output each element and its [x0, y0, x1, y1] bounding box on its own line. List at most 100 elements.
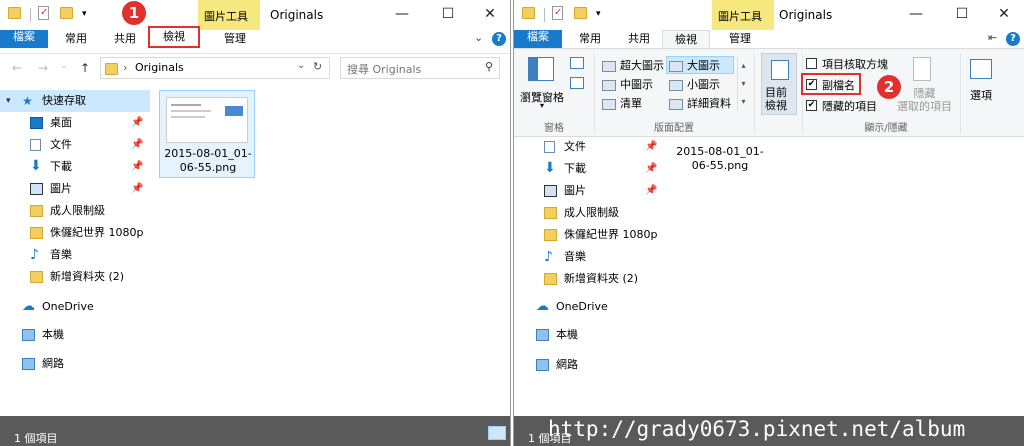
- folder-icon: [544, 229, 557, 241]
- view-toggle-icon[interactable]: [488, 426, 506, 440]
- nav-this-pc[interactable]: 本機: [0, 324, 150, 346]
- help-icon[interactable]: ?: [492, 31, 506, 46]
- tab-home[interactable]: 常用: [569, 30, 611, 48]
- back-icon[interactable]: ←: [12, 61, 22, 75]
- nav-item-folder[interactable]: 侏儸紀世界 1080p: [514, 224, 664, 246]
- breadcrumb-item[interactable]: Originals: [135, 61, 184, 74]
- nav-item-pictures[interactable]: 圖片 📌: [514, 180, 664, 202]
- hidden-items-checkbox[interactable]: ✔: [806, 100, 817, 111]
- cloud-icon: ☁: [22, 299, 35, 314]
- highlight-box: [801, 73, 861, 95]
- nav-item-music[interactable]: ♪ 音樂: [514, 246, 664, 268]
- explorer-window-left: ✓ ▾ 圖片工具 Originals — ☐ ✕ 檔案 常用 共用 檢視 管理 …: [0, 0, 511, 446]
- new-folder-icon[interactable]: [574, 6, 590, 22]
- tab-share[interactable]: 共用: [618, 30, 660, 48]
- nav-item-documents[interactable]: 文件 📌: [0, 134, 150, 156]
- customize-qat-icon[interactable]: ▾: [596, 6, 612, 22]
- nav-item-downloads[interactable]: ⬇ 下載 📌: [0, 156, 150, 178]
- layout-details[interactable]: 詳細資料: [669, 95, 731, 113]
- nav-item-pictures[interactable]: 圖片 📌: [0, 178, 150, 200]
- file-thumbnail: [166, 97, 248, 143]
- maximize-button[interactable]: ☐: [939, 0, 985, 30]
- nav-item-music[interactable]: ♪ 音樂: [0, 244, 150, 266]
- tab-file[interactable]: 檔案: [514, 30, 562, 48]
- folder-icon: [30, 227, 43, 239]
- nav-item-downloads[interactable]: ⬇ 下載 📌: [514, 158, 664, 180]
- nav-item-documents[interactable]: 文件 📌: [514, 136, 664, 158]
- tab-home[interactable]: 常用: [55, 30, 97, 48]
- window-title: Originals: [270, 8, 324, 22]
- forward-icon[interactable]: →: [38, 61, 48, 75]
- step-badge: 1: [122, 1, 146, 25]
- tab-share[interactable]: 共用: [104, 30, 146, 48]
- close-button[interactable]: ✕: [467, 0, 510, 30]
- layout-scroll[interactable]: ▴ ▾ ▾: [737, 57, 749, 111]
- properties-icon[interactable]: ✓: [38, 6, 49, 20]
- tab-manage[interactable]: 管理: [714, 30, 766, 48]
- search-input[interactable]: 搜尋 Originals ⚲: [340, 57, 500, 79]
- properties-icon[interactable]: ✓: [552, 6, 563, 20]
- refresh-icon[interactable]: ↻: [313, 60, 322, 73]
- nav-item-folder[interactable]: 新增資料夾 (2): [0, 266, 150, 288]
- folder-icon[interactable]: [522, 6, 538, 22]
- preview-pane-icon[interactable]: [570, 57, 584, 69]
- folder-icon[interactable]: [8, 6, 24, 22]
- folder-icon: [544, 273, 557, 285]
- options-button[interactable]: 選項: [970, 87, 992, 103]
- details-pane-icon[interactable]: [570, 77, 584, 89]
- navigation-pane-icon[interactable]: [528, 57, 554, 81]
- current-view-button[interactable]: 目前 檢視: [761, 53, 797, 115]
- address-box[interactable]: › Originals ⌄ ↻: [100, 57, 330, 79]
- computer-icon: [22, 329, 35, 341]
- window-title: Originals: [779, 8, 833, 22]
- nav-network[interactable]: 網路: [514, 354, 664, 376]
- address-dropdown-icon[interactable]: ⌄: [297, 60, 305, 71]
- file-name[interactable]: 2015-08-01_01- 06-55.png: [672, 145, 768, 173]
- chevron-down-icon[interactable]: ▾: [6, 90, 11, 112]
- pin-icon: 📌: [131, 161, 144, 172]
- nav-item-folder[interactable]: 侏儸紀世界 1080p: [0, 222, 150, 244]
- tab-view[interactable]: 檢視: [148, 26, 200, 48]
- minimize-button[interactable]: —: [379, 0, 425, 30]
- folder-icon: [30, 271, 43, 283]
- maximize-button[interactable]: ☐: [425, 0, 471, 30]
- folder-icon: [30, 205, 43, 217]
- list-icon: [602, 98, 616, 110]
- tab-manage[interactable]: 管理: [209, 30, 261, 48]
- search-icon[interactable]: ⚲: [485, 60, 493, 73]
- hide-selected-button[interactable]: 隱藏 選取的項目: [897, 87, 952, 113]
- nav-quick-access[interactable]: ▾ ★ 快速存取: [0, 90, 150, 112]
- chevron-down-icon: ▾: [540, 101, 545, 110]
- item-checkboxes-label: 項目核取方塊: [822, 58, 888, 71]
- layout-medium-icons[interactable]: 中圖示: [602, 76, 653, 94]
- nav-item-folder[interactable]: 成人限制級: [514, 202, 664, 224]
- computer-icon: [536, 329, 549, 341]
- layout-list[interactable]: 清單: [602, 95, 642, 113]
- customize-qat-icon[interactable]: ▾: [82, 6, 98, 22]
- star-icon: ★: [22, 94, 33, 108]
- tab-view[interactable]: 檢視: [662, 30, 710, 49]
- nav-onedrive[interactable]: ☁ OneDrive: [0, 296, 150, 318]
- layout-small-icons[interactable]: 小圖示: [669, 76, 720, 94]
- item-checkboxes-checkbox[interactable]: [806, 58, 817, 69]
- nav-item-folder[interactable]: 成人限制級: [0, 200, 150, 222]
- pin-ribbon-icon[interactable]: ⇤: [988, 31, 997, 44]
- new-folder-icon[interactable]: [60, 6, 76, 22]
- up-icon[interactable]: ↑: [80, 61, 90, 75]
- nav-item-folder[interactable]: 新增資料夾 (2): [514, 268, 664, 290]
- tab-file[interactable]: 檔案: [0, 30, 48, 48]
- nav-item-desktop[interactable]: 桌面 📌: [0, 112, 150, 134]
- recent-locations-icon[interactable]: ⌄: [60, 61, 68, 71]
- small-icons-icon: [669, 79, 683, 91]
- expand-ribbon-icon[interactable]: ⌄: [474, 31, 483, 44]
- nav-network[interactable]: 網路: [0, 353, 150, 375]
- file-item[interactable]: 2015-08-01_01- 06-55.png: [159, 90, 255, 178]
- help-icon[interactable]: ?: [1006, 31, 1020, 46]
- nav-this-pc[interactable]: 本機: [514, 324, 664, 346]
- nav-onedrive[interactable]: ☁ OneDrive: [514, 296, 664, 318]
- close-button[interactable]: ✕: [981, 0, 1024, 30]
- layout-large-icons[interactable]: 大圖示: [666, 56, 734, 74]
- hide-selected-icon: [913, 57, 931, 81]
- minimize-button[interactable]: —: [893, 0, 939, 30]
- layout-extra-large-icons[interactable]: 超大圖示: [602, 57, 664, 75]
